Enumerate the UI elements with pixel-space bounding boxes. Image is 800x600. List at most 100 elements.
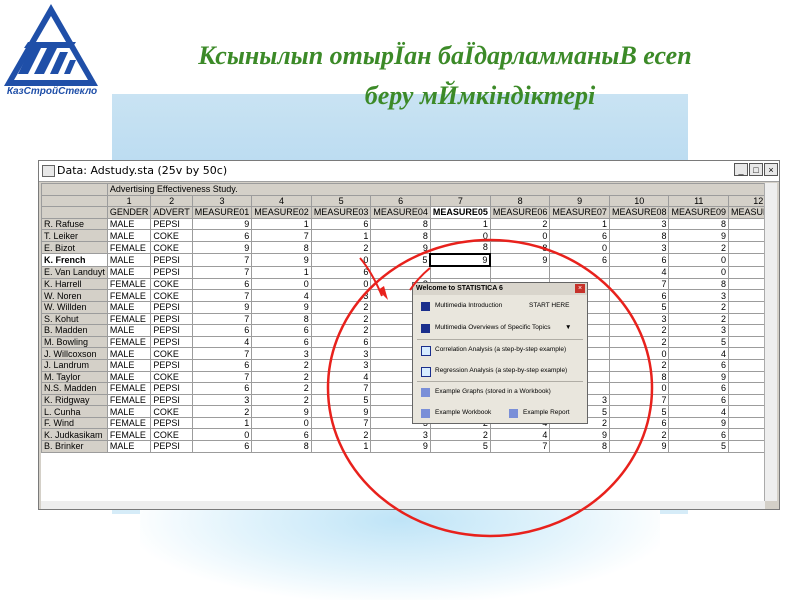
column-number[interactable]: 7 — [429, 194, 491, 208]
table-cell[interactable]: 9 — [668, 370, 730, 384]
table-cell[interactable]: FEMALE — [106, 428, 152, 442]
table-cell[interactable]: FEMALE — [106, 289, 152, 302]
table-cell[interactable]: 1 — [429, 217, 491, 231]
column-header[interactable]: MEASURE04 — [370, 206, 431, 219]
table-cell[interactable]: 7 — [251, 229, 312, 242]
table-cell[interactable]: 6 — [668, 382, 730, 395]
vertical-scrollbar[interactable] — [764, 183, 777, 501]
table-cell[interactable]: 2 — [251, 370, 312, 384]
column-number[interactable]: 6 — [370, 194, 431, 208]
row-header[interactable]: W. Noren — [41, 289, 108, 302]
table-cell[interactable]: 6 — [251, 428, 312, 442]
table-cell[interactable]: 3 — [310, 347, 372, 360]
column-number[interactable]: 1 — [106, 194, 152, 208]
table-cell[interactable]: 9 — [310, 405, 372, 418]
table-cell[interactable]: COKE — [150, 289, 193, 302]
table-cell[interactable]: COKE — [150, 347, 193, 360]
table-cell[interactable]: FEMALE — [106, 312, 152, 326]
table-cell[interactable]: 6 — [668, 358, 730, 372]
table-cell[interactable]: PEPSI — [150, 358, 193, 372]
table-cell[interactable]: 2 — [728, 240, 765, 255]
table-cell[interactable]: COKE — [150, 229, 193, 242]
table-cell[interactable]: 2 — [608, 428, 670, 442]
table-cell[interactable]: 7 — [608, 277, 670, 291]
table-cell[interactable]: 2 — [251, 382, 312, 395]
table-cell[interactable]: 7 — [728, 265, 765, 279]
table-cell[interactable]: 9 — [728, 289, 765, 302]
row-header[interactable]: K. French — [41, 253, 108, 267]
table-cell[interactable]: 2 — [728, 416, 765, 430]
table-cell[interactable]: 0 — [608, 347, 670, 360]
table-cell[interactable]: 2 — [191, 405, 253, 418]
table-cell[interactable]: MALE — [106, 229, 152, 242]
table-cell[interactable]: 4 — [191, 335, 253, 349]
table-cell[interactable]: 6 — [191, 324, 253, 337]
row-header[interactable]: B. Brinker — [41, 440, 108, 453]
table-cell[interactable]: COKE — [150, 240, 193, 255]
row-header[interactable]: E. Van Landuyt — [41, 265, 108, 279]
table-cell[interactable]: 9 — [668, 416, 730, 430]
row-header[interactable]: K. Harrell — [41, 277, 108, 291]
horizontal-scrollbar[interactable] — [41, 501, 765, 509]
table-cell[interactable]: 9 — [191, 217, 253, 231]
table-cell[interactable]: PEPSI — [150, 253, 193, 267]
multimedia-intro-link[interactable]: Multimedia Introduction — [435, 299, 502, 313]
table-cell[interactable]: 3 — [608, 217, 670, 231]
column-header[interactable]: MEASURE03 — [310, 206, 372, 219]
table-cell[interactable]: MALE — [106, 347, 152, 360]
table-row[interactable]: M. BowlingFEMALEPEPSI4665258 — [41, 335, 765, 349]
table-cell[interactable]: 6 — [191, 277, 253, 291]
table-cell[interactable]: 2 — [310, 312, 372, 326]
row-header[interactable]: K. Ridgway — [41, 393, 108, 407]
row-header[interactable]: W. Willden — [41, 300, 108, 314]
table-cell[interactable]: 2 — [310, 240, 372, 255]
column-number[interactable]: 5 — [310, 194, 372, 208]
table-cell[interactable]: 2 — [608, 324, 670, 337]
close-button[interactable]: × — [764, 163, 778, 176]
table-cell[interactable]: 9 — [728, 312, 765, 326]
table-cell[interactable]: 5 — [370, 253, 431, 267]
table-cell[interactable]: 7 — [191, 312, 253, 326]
table-cell[interactable]: 5 — [608, 300, 670, 314]
column-header[interactable]: MEASURE02 — [251, 206, 312, 219]
start-here-link[interactable]: START HERE — [529, 299, 569, 313]
table-cell[interactable]: 0 — [668, 253, 730, 267]
table-cell[interactable]: 4 — [728, 300, 765, 314]
table-row[interactable]: N.S. MaddenFEMALEPEPSI6275065 — [41, 382, 765, 395]
table-cell[interactable]: FEMALE — [106, 335, 152, 349]
table-cell[interactable]: 6 — [608, 253, 670, 267]
table-cell[interactable]: 4 — [608, 265, 670, 279]
window-titlebar[interactable]: Data: Adstudy.sta (25v by 50c) _ □ × — [39, 161, 779, 182]
table-cell[interactable]: PEPSI — [150, 324, 193, 337]
table-cell[interactable]: COKE — [150, 405, 193, 418]
column-number[interactable]: 2 — [150, 194, 193, 208]
table-cell[interactable]: 2 — [668, 300, 730, 314]
table-cell[interactable]: 6 — [251, 324, 312, 337]
table-row[interactable]: R. RafuseMALEPEPSI9168121382 — [41, 217, 765, 231]
table-cell[interactable]: MALE — [106, 324, 152, 337]
column-number[interactable]: 4 — [251, 194, 312, 208]
table-cell[interactable]: 8 — [370, 217, 431, 231]
table-cell[interactable]: 3 — [191, 393, 253, 407]
table-cell[interactable]: 9 — [668, 229, 730, 242]
table-cell[interactable]: 4 — [668, 347, 730, 360]
table-cell[interactable]: 6 — [191, 358, 253, 372]
table-cell[interactable]: 0 — [429, 229, 491, 242]
table-cell[interactable]: 0 — [668, 265, 730, 279]
table-cell[interactable]: 1 — [191, 416, 253, 430]
table-cell[interactable]: COKE — [150, 277, 193, 291]
row-header[interactable]: E. Bizot — [41, 240, 108, 255]
table-cell[interactable]: 1 — [251, 217, 312, 231]
table-cell[interactable]: PEPSI — [150, 416, 193, 430]
table-cell[interactable]: 5 — [668, 440, 730, 453]
table-cell[interactable]: 8 — [728, 335, 765, 349]
table-row[interactable]: L. CunhaMALECOKE2993145543 — [41, 405, 765, 418]
table-cell[interactable]: 2 — [728, 217, 765, 231]
table-cell[interactable]: 7 — [608, 393, 670, 407]
table-cell[interactable]: COKE — [150, 370, 193, 384]
table-cell[interactable]: 7 — [728, 277, 765, 291]
table-cell[interactable]: 9 — [251, 405, 312, 418]
table-cell[interactable]: 9 — [370, 440, 431, 453]
row-header[interactable]: T. Leiker — [41, 229, 108, 242]
column-header[interactable]: MEASURE05 — [429, 206, 491, 219]
